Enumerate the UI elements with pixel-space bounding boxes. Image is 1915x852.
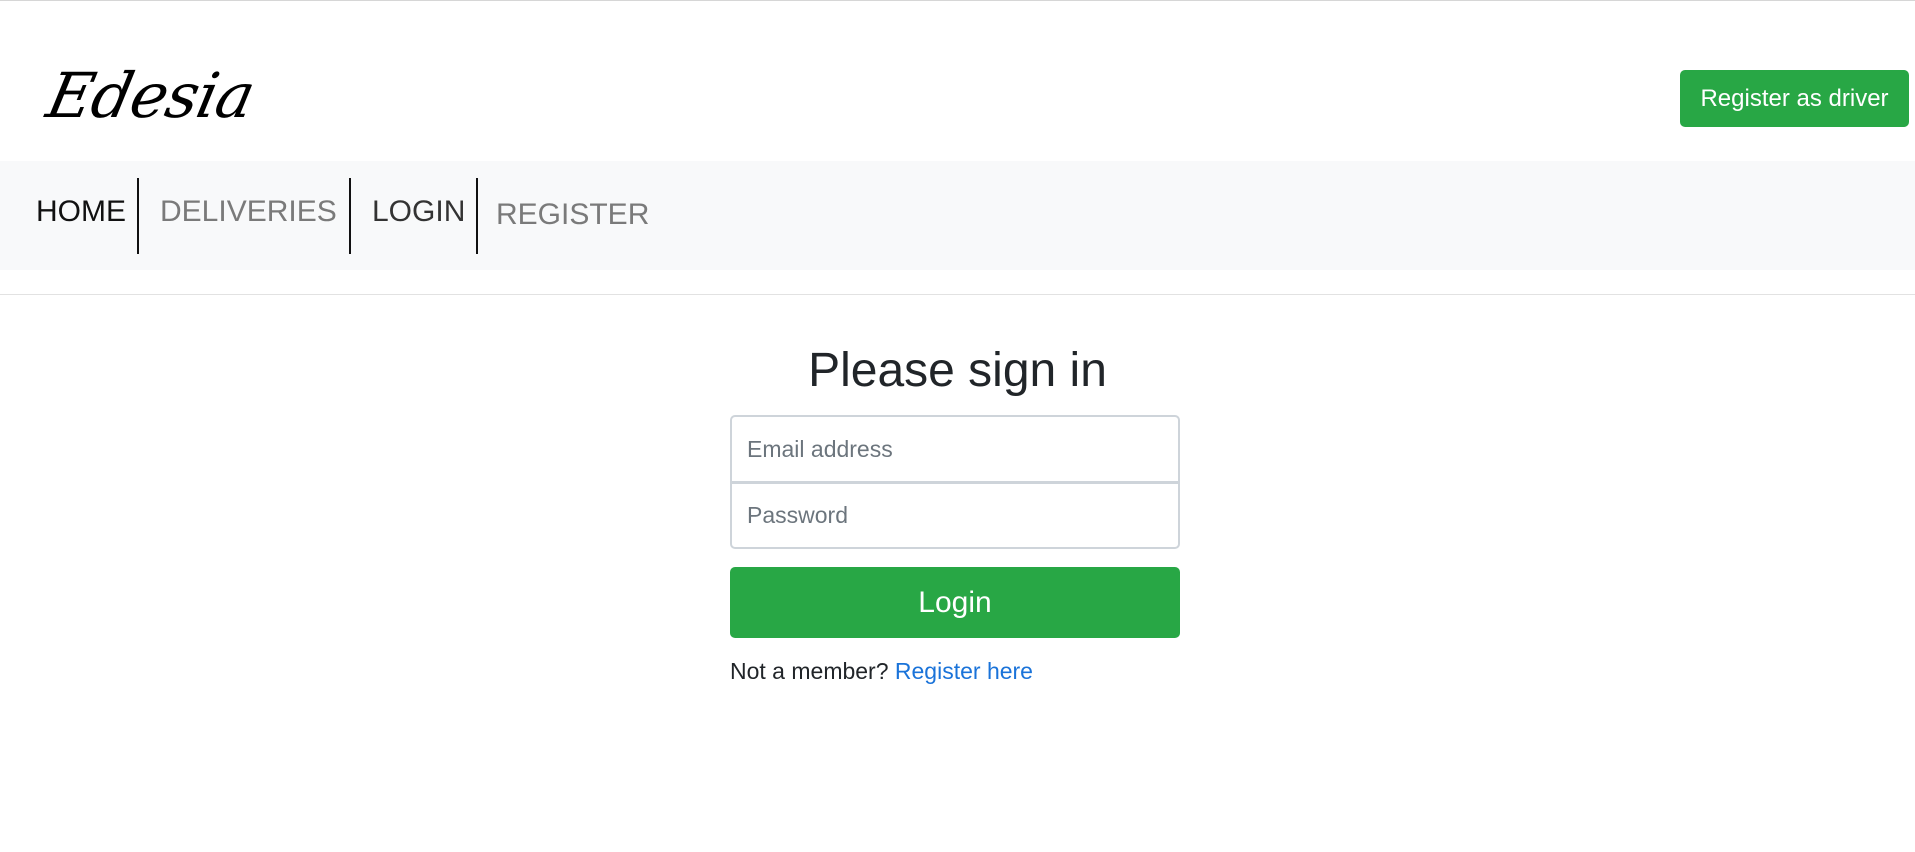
nav-item-register[interactable]: REGISTER (496, 160, 649, 269)
register-as-driver-button[interactable]: Register as driver (1680, 70, 1909, 127)
email-field[interactable] (730, 415, 1180, 483)
password-field[interactable] (730, 482, 1180, 549)
nav-divider (137, 178, 139, 254)
brand-logo[interactable]: Edesia (40, 56, 261, 136)
main-navbar: HOME DELIVERIES LOGIN REGISTER (0, 161, 1915, 270)
nav-item-deliveries[interactable]: DELIVERIES (160, 157, 337, 266)
register-here-link[interactable]: Register here (895, 658, 1033, 684)
page-title: Please sign in (808, 344, 1107, 397)
nav-item-home[interactable]: HOME (36, 157, 126, 266)
nav-item-login[interactable]: LOGIN (372, 157, 465, 266)
not-member-text: Not a member? (730, 658, 889, 684)
login-button[interactable]: Login (730, 567, 1180, 638)
section-divider (0, 294, 1915, 295)
nav-divider (349, 178, 351, 254)
nav-divider (476, 178, 478, 254)
site-header: Edesia Register as driver (0, 1, 1915, 161)
signin-form (730, 415, 1180, 549)
register-prompt: Not a member? Register here (730, 655, 1033, 687)
